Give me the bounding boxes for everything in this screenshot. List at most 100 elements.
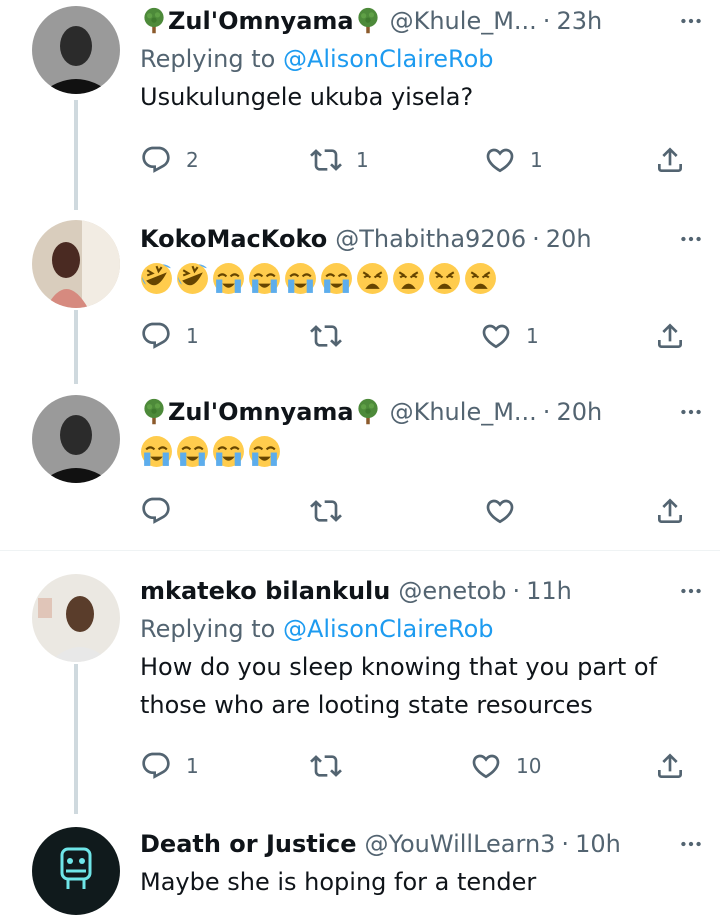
tweet-text: Usukulungele ukuba yisela? bbox=[140, 83, 474, 111]
display-name[interactable]: KokoMacKoko bbox=[140, 225, 327, 253]
more-options-icon[interactable] bbox=[676, 829, 706, 859]
reply-button[interactable]: 1 bbox=[140, 746, 199, 786]
tweet-3[interactable]: Zul'Omnyama @Khule_M... · 20h bbox=[0, 373, 720, 545]
heart-icon bbox=[484, 144, 516, 176]
user-handle[interactable]: @Khule_M... bbox=[390, 7, 537, 35]
like-button[interactable] bbox=[484, 491, 516, 531]
share-button[interactable] bbox=[654, 140, 686, 180]
user-handle[interactable]: @enetob bbox=[398, 577, 506, 605]
heart-icon bbox=[470, 750, 502, 782]
timestamp[interactable]: 10h bbox=[575, 830, 621, 858]
tree-emoji-icon bbox=[140, 398, 168, 426]
sob-emoji-icon bbox=[248, 262, 281, 295]
reply-count: 1 bbox=[186, 324, 199, 348]
tweet-header: Death or Justice @YouWillLearn3 · 10h bbox=[140, 825, 700, 863]
thread-line bbox=[74, 373, 78, 381]
reply-icon bbox=[140, 750, 172, 782]
display-name[interactable]: Zul'Omnyama bbox=[168, 398, 354, 426]
rofl-emoji-icon bbox=[176, 262, 209, 295]
share-button[interactable] bbox=[654, 316, 686, 356]
reply-button[interactable]: 2 bbox=[140, 140, 199, 180]
more-options-icon[interactable] bbox=[676, 576, 706, 606]
more-options-icon[interactable] bbox=[676, 6, 706, 36]
retweet-button[interactable] bbox=[310, 316, 356, 356]
avatar[interactable] bbox=[32, 395, 120, 483]
timestamp[interactable]: 23h bbox=[556, 7, 602, 35]
weary-emoji-icon bbox=[356, 262, 389, 295]
retweet-button[interactable]: 1 bbox=[310, 140, 369, 180]
retweet-count: 1 bbox=[356, 148, 369, 172]
display-name[interactable]: Death or Justice bbox=[140, 830, 357, 858]
mention-link[interactable]: @AlisonClaireRob bbox=[283, 45, 494, 73]
retweet-icon bbox=[310, 495, 342, 527]
like-button[interactable]: 10 bbox=[470, 746, 541, 786]
sob-emoji-icon bbox=[248, 435, 281, 468]
like-button[interactable]: 1 bbox=[484, 140, 543, 180]
like-count: 10 bbox=[516, 754, 542, 778]
avatar[interactable] bbox=[32, 220, 120, 308]
avatar[interactable] bbox=[32, 574, 120, 662]
display-name[interactable]: Zul'Omnyama bbox=[168, 7, 354, 35]
like-count: 1 bbox=[526, 324, 539, 348]
user-handle[interactable]: @Khule_M... bbox=[390, 398, 537, 426]
sob-emoji-icon bbox=[176, 435, 209, 468]
thread-line bbox=[74, 664, 78, 814]
user-handle[interactable]: @Thabitha9206 bbox=[335, 225, 526, 253]
divider bbox=[0, 550, 720, 551]
tree-emoji-icon bbox=[354, 398, 382, 426]
reply-count: 2 bbox=[186, 148, 199, 172]
sob-emoji-icon bbox=[212, 435, 245, 468]
separator-dot: · bbox=[542, 7, 551, 35]
weary-emoji-icon bbox=[464, 262, 497, 295]
tweet-4[interactable]: mkateko bilankulu @enetob · 11h Replying… bbox=[0, 560, 720, 814]
replying-to: Replying to @AlisonClaireRob bbox=[140, 45, 494, 73]
retweet-button[interactable] bbox=[310, 746, 356, 786]
retweet-icon bbox=[310, 750, 342, 782]
sob-emoji-icon bbox=[140, 435, 173, 468]
avatar[interactable] bbox=[32, 6, 120, 94]
replying-to: Replying to @AlisonClaireRob bbox=[140, 615, 494, 643]
tweet-2[interactable]: KokoMacKoko @Thabitha9206 · 20h 1 1 bbox=[0, 192, 720, 384]
heart-icon bbox=[480, 320, 512, 352]
reply-button[interactable] bbox=[140, 491, 172, 531]
timestamp[interactable]: 20h bbox=[556, 398, 602, 426]
retweet-button[interactable] bbox=[310, 491, 342, 531]
tweet-header: Zul'Omnyama @Khule_M... · 23h bbox=[140, 2, 700, 40]
sob-emoji-icon bbox=[284, 262, 317, 295]
tree-emoji-icon bbox=[354, 7, 382, 35]
sob-emoji-icon bbox=[320, 262, 353, 295]
separator-dot: · bbox=[532, 225, 540, 253]
user-handle[interactable]: @YouWillLearn3 bbox=[365, 830, 556, 858]
heart-icon bbox=[484, 495, 516, 527]
reply-count: 1 bbox=[186, 754, 199, 778]
mention-link[interactable]: @AlisonClaireRob bbox=[283, 615, 494, 643]
reply-icon bbox=[140, 495, 172, 527]
like-button[interactable]: 1 bbox=[480, 316, 539, 356]
timestamp[interactable]: 20h bbox=[546, 225, 592, 253]
more-options-icon[interactable] bbox=[676, 397, 706, 427]
tweet-header: mkateko bilankulu @enetob · 11h bbox=[140, 572, 700, 610]
reply-button[interactable]: 1 bbox=[140, 316, 199, 356]
thread-line bbox=[74, 192, 78, 208]
weary-emoji-icon bbox=[428, 262, 461, 295]
weary-emoji-icon bbox=[392, 262, 425, 295]
timestamp[interactable]: 11h bbox=[526, 577, 572, 605]
share-icon bbox=[654, 144, 686, 176]
tweet-1[interactable]: Zul'Omnyama @Khule_M... · 23h Replying t… bbox=[0, 0, 720, 210]
avatar[interactable] bbox=[32, 827, 120, 915]
share-button[interactable] bbox=[654, 746, 686, 786]
reply-icon bbox=[140, 320, 172, 352]
share-icon bbox=[654, 495, 686, 527]
separator-dot: · bbox=[512, 577, 521, 605]
sob-emoji-icon bbox=[212, 262, 245, 295]
emoji-row bbox=[140, 262, 700, 295]
emoji-row bbox=[140, 435, 700, 468]
more-options-icon[interactable] bbox=[676, 224, 706, 254]
tweet-5[interactable]: Death or Justice @YouWillLearn3 · 10h Ma… bbox=[0, 815, 720, 921]
tweet-header: KokoMacKoko @Thabitha9206 · 20h bbox=[140, 220, 700, 258]
display-name[interactable]: mkateko bilankulu bbox=[140, 577, 390, 605]
share-button[interactable] bbox=[654, 491, 686, 531]
separator-dot: · bbox=[561, 830, 570, 858]
tweet-text-line-2: those who are looting state resources bbox=[140, 691, 593, 719]
share-icon bbox=[654, 750, 686, 782]
